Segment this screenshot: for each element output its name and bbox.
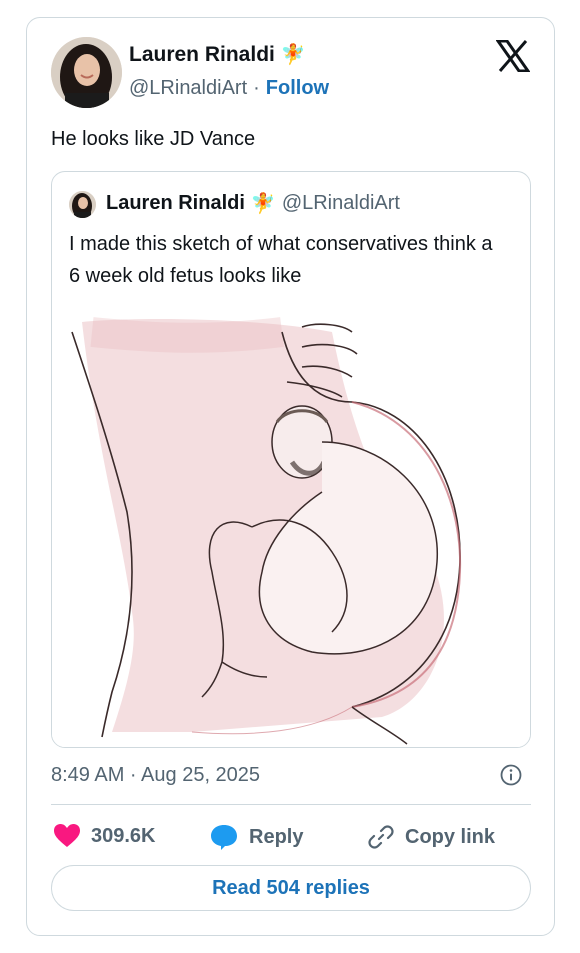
action-bar: 309.6K Reply Copy link	[51, 823, 531, 853]
copy-link-label: Copy link	[405, 825, 496, 848]
copy-link-button[interactable]: Copy link	[367, 823, 495, 851]
handle-separator: ·	[253, 77, 260, 99]
info-icon[interactable]	[500, 764, 522, 786]
quoted-author-handle: @LRinaldiArt	[281, 192, 400, 214]
tweet-timestamp[interactable]: 8:49 AM · Aug 25, 2025	[51, 764, 260, 787]
x-logo-icon[interactable]	[496, 40, 530, 72]
quoted-author-name: Lauren Rinaldi	[106, 192, 245, 214]
author-handle[interactable]: @LRinaldiArt	[129, 77, 247, 100]
link-icon	[368, 825, 394, 849]
reply-bubble-icon	[211, 825, 237, 850]
heart-icon	[54, 824, 80, 847]
follow-button[interactable]: Follow	[266, 77, 329, 100]
reply-button[interactable]: Reply	[209, 823, 303, 851]
quoted-author-avatar	[69, 191, 96, 218]
like-count: 309.6K	[91, 824, 156, 847]
tweet-text: He looks like JD Vance	[51, 128, 256, 150]
quoted-tweet-text: I made this sketch of what conservatives…	[69, 233, 493, 287]
author-avatar[interactable]	[51, 37, 122, 108]
read-replies-button[interactable]: Read 504 replies	[51, 865, 531, 911]
quoted-tweet[interactable]: Lauren Rinaldi 🧚 @LRinaldiArt I made thi…	[51, 171, 531, 748]
like-button[interactable]: 309.6K	[53, 823, 156, 849]
author-name[interactable]: Lauren Rinaldi	[129, 43, 275, 67]
fairy-emoji: 🧚	[250, 192, 276, 215]
reply-label: Reply	[249, 825, 304, 848]
divider	[51, 804, 531, 805]
fairy-emoji: 🧚	[280, 44, 306, 66]
tweet-card: Lauren Rinaldi 🧚 @LRinaldiArt · Follow H…	[26, 17, 555, 936]
sketch-image	[52, 312, 530, 747]
